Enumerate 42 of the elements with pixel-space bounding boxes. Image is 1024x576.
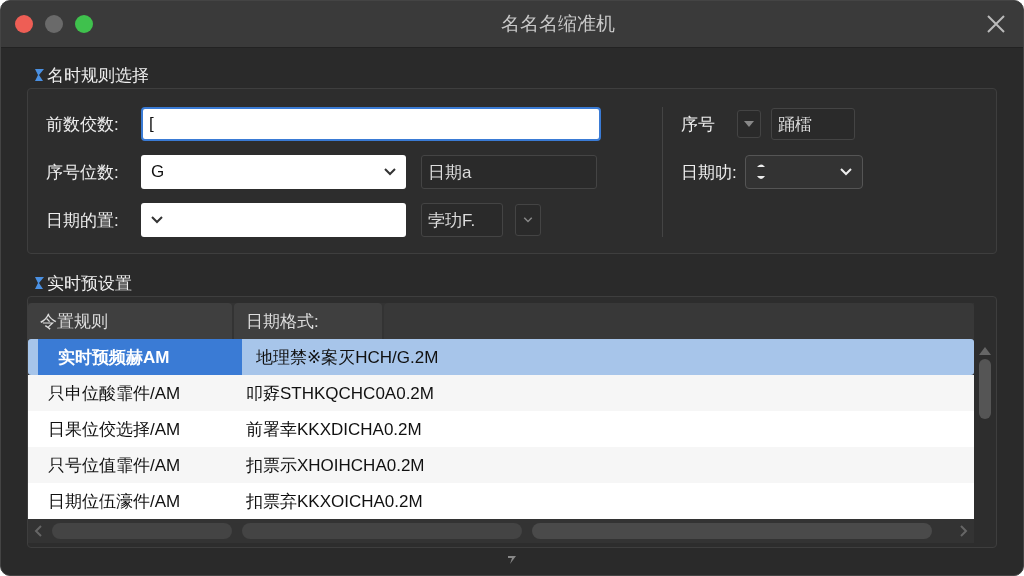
serial-field[interactable]: 踊檑 xyxy=(770,108,855,140)
field-label: 日期叻: xyxy=(681,161,737,184)
minimize-window-button[interactable] xyxy=(45,15,63,33)
table-cell: 只申位酸霏件/AM xyxy=(28,375,232,411)
serial-dropdown-button[interactable] xyxy=(736,110,761,138)
table-row[interactable]: 只号位值霏件/AM 扣票示XHOIHCHA0.2M xyxy=(28,447,974,483)
scrollbar-thumb[interactable] xyxy=(979,359,991,419)
field-label: 序号 xyxy=(681,113,716,136)
chevron-right-icon xyxy=(960,525,968,537)
maximize-window-button[interactable] xyxy=(75,15,93,33)
triangle-up-icon xyxy=(979,347,991,355)
table-row[interactable]: 只申位酸霏件/AM 叩孬STHKQCHC0A0.2M xyxy=(28,375,974,411)
section-title: 实时预设置 xyxy=(47,272,132,295)
window-title: 名名名缩准机 xyxy=(500,12,616,36)
table-cell: 只号位值霏件/AM xyxy=(28,447,232,483)
close-window-button[interactable] xyxy=(15,15,33,33)
field-label: 前数佼数: xyxy=(46,113,120,136)
date-field[interactable]: 日期a xyxy=(421,155,597,189)
date-format-dropdown[interactable] xyxy=(744,155,863,189)
section-title: 名时规则选择 xyxy=(47,64,149,87)
table-cell: 扣票示XHOIHCHA0.2M xyxy=(232,447,974,483)
resize-grip-icon[interactable] xyxy=(508,556,516,564)
format-dropdown-button[interactable] xyxy=(515,204,541,236)
table-row[interactable]: 实时预频赫AM 地理禁※案灭HCH/G.2M xyxy=(28,339,974,375)
horizontal-scrollbar[interactable] xyxy=(28,519,974,543)
triangle-down-icon xyxy=(743,121,754,127)
chevron-left-icon xyxy=(34,525,42,537)
format-field[interactable]: 孛玏F. xyxy=(421,203,503,237)
digits-dropdown[interactable]: G xyxy=(141,155,406,189)
field-label: 序号位数: xyxy=(46,161,120,184)
field-label: 日期的置: xyxy=(46,209,120,232)
table-cell: 叩孬STHKQCHC0A0.2M xyxy=(232,375,974,411)
close-icon xyxy=(987,15,1005,33)
chevron-down-icon xyxy=(151,216,163,224)
chevron-down-icon xyxy=(839,168,852,176)
table-cell: 实时预频赫AM xyxy=(38,339,242,375)
chevron-down-icon xyxy=(523,217,533,223)
prefix-input-field[interactable]: [ xyxy=(141,107,601,141)
stepper-icon xyxy=(755,163,766,181)
column-header[interactable]: 日期格式: xyxy=(234,303,382,339)
chevron-down-icon xyxy=(384,168,396,176)
column-header[interactable]: 令置规则 xyxy=(28,303,232,339)
